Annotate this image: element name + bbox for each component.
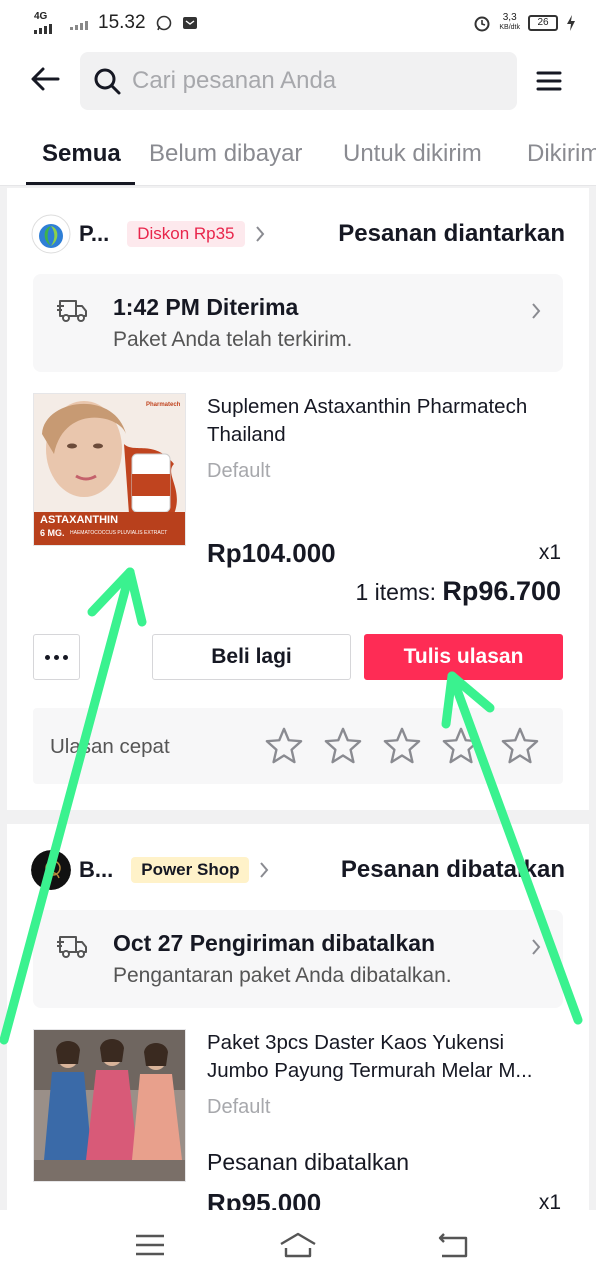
quick-review-label: Ulasan cepat — [50, 735, 170, 758]
hamburger-menu-icon[interactable] — [536, 70, 562, 92]
thumbnail-brand: Pharmatech — [146, 402, 181, 408]
chevron-right-icon — [255, 226, 264, 242]
cancel-note: Pesanan dibatalkan — [207, 1149, 410, 1175]
star-outline-icon[interactable] — [501, 726, 539, 764]
order-card: P... Diskon Rp35 Pesanan diantarkan 1:42… — [7, 188, 589, 810]
order-total: 1 items: Rp96.700 — [356, 576, 562, 607]
shipping-title: 1:42 PM Diterima — [113, 294, 299, 320]
status-bar: 4G 15.32 3,3 KB/dtk 26 — [0, 0, 596, 46]
quick-review: Ulasan cepat — [33, 708, 563, 784]
product-name[interactable]: Suplemen Astaxanthin Pharmatech Thailand — [207, 393, 567, 449]
star-outline-icon[interactable] — [265, 726, 303, 764]
order-tabs: Semua Belum dibayar Untuk dikirim Dikiri… — [0, 120, 596, 186]
thumbnail-text: HAEMATOCOCCUS PLUVIALIS EXTRACT — [70, 530, 168, 536]
buy-again-button[interactable]: Beli lagi — [152, 634, 351, 680]
shop-logo — [31, 214, 71, 254]
shop-logo — [31, 850, 71, 890]
product-quantity: x1 — [538, 541, 561, 564]
active-tab-indicator — [26, 182, 135, 185]
discount-badge: Diskon Rp35 — [127, 221, 245, 247]
star-outline-icon[interactable] — [324, 726, 362, 764]
shop-row[interactable]: P... Diskon Rp35 Pesanan diantarkan — [31, 214, 565, 254]
back-nav-icon[interactable] — [434, 1230, 474, 1260]
truck-icon — [57, 300, 87, 322]
order-status: Pesanan dibatalkan — [340, 856, 565, 883]
arrow-left-icon[interactable] — [28, 62, 62, 96]
power-shop-badge: Power Shop — [131, 857, 250, 883]
shop-name: P... — [79, 221, 110, 246]
home-icon[interactable] — [278, 1230, 318, 1260]
signal-icon — [70, 16, 88, 30]
order-card: B... Power Shop Pesanan dibatalkan Oct 2… — [7, 824, 589, 1218]
product-price: Rp104.000 — [207, 538, 336, 568]
network-indicator: 4G — [34, 12, 60, 34]
notification-icon — [182, 17, 197, 29]
shipping-status-box[interactable]: Oct 27 Pengiriman dibatalkan Pengantaran… — [33, 910, 563, 1008]
tab-unpaid[interactable]: Belum dibayar — [149, 140, 302, 168]
network-speed: 3,3 KB/dtk — [499, 12, 520, 32]
shipping-title: Oct 27 Pengiriman dibatalkan — [113, 930, 436, 956]
alarm-icon — [474, 16, 490, 32]
shop-row[interactable]: B... Power Shop Pesanan dibatalkan — [31, 850, 565, 890]
write-review-button[interactable]: Tulis ulasan — [364, 634, 563, 680]
star-outline-icon[interactable] — [383, 726, 421, 764]
shop-name: B... — [79, 857, 114, 882]
chevron-right-icon — [260, 862, 269, 878]
star-rating — [265, 726, 539, 764]
tab-shipped[interactable]: Dikirim — [527, 140, 596, 168]
thumbnail-text: ASTAXANTHIN — [40, 514, 119, 526]
search-input[interactable] — [132, 67, 492, 95]
product-variant: Default — [207, 460, 271, 482]
product-variant: Default — [207, 1096, 271, 1118]
shipping-subtitle: Paket Anda telah terkirim. — [113, 328, 353, 351]
total-label: 1 items: — [355, 579, 437, 605]
chevron-right-icon — [532, 303, 541, 319]
shipping-status-box[interactable]: 1:42 PM Diterima Paket Anda telah terkir… — [33, 274, 563, 372]
recent-apps-icon[interactable] — [130, 1230, 170, 1260]
thumbnail-text: 6 MG. — [40, 528, 65, 538]
tab-all[interactable]: Semua — [42, 140, 121, 168]
battery-indicator: 26 — [528, 15, 558, 31]
product-name[interactable]: Paket 3pcs Daster Kaos Yukensi Jumbo Pay… — [207, 1029, 567, 1085]
truck-icon — [57, 936, 87, 958]
charging-icon — [567, 15, 575, 31]
search-icon — [94, 68, 121, 95]
chevron-right-icon — [532, 939, 541, 955]
order-status: Pesanan diantarkan — [338, 220, 565, 247]
product-thumbnail[interactable]: Pharmatech ASTAXANTHIN 6 MG. HAEMATOCOCC… — [33, 393, 186, 546]
search-bar[interactable] — [80, 52, 517, 110]
system-nav-bar — [0, 1210, 596, 1280]
total-value: Rp96.700 — [442, 576, 561, 606]
shipping-subtitle: Pengantaran paket Anda dibatalkan. — [113, 964, 452, 987]
product-thumbnail[interactable] — [33, 1029, 186, 1182]
whatsapp-icon — [156, 15, 171, 31]
header — [0, 46, 596, 120]
more-options-button[interactable] — [33, 634, 80, 680]
tab-to-ship[interactable]: Untuk dikirim — [343, 140, 482, 168]
clock: 15.32 — [98, 12, 146, 33]
star-outline-icon[interactable] — [442, 726, 480, 764]
